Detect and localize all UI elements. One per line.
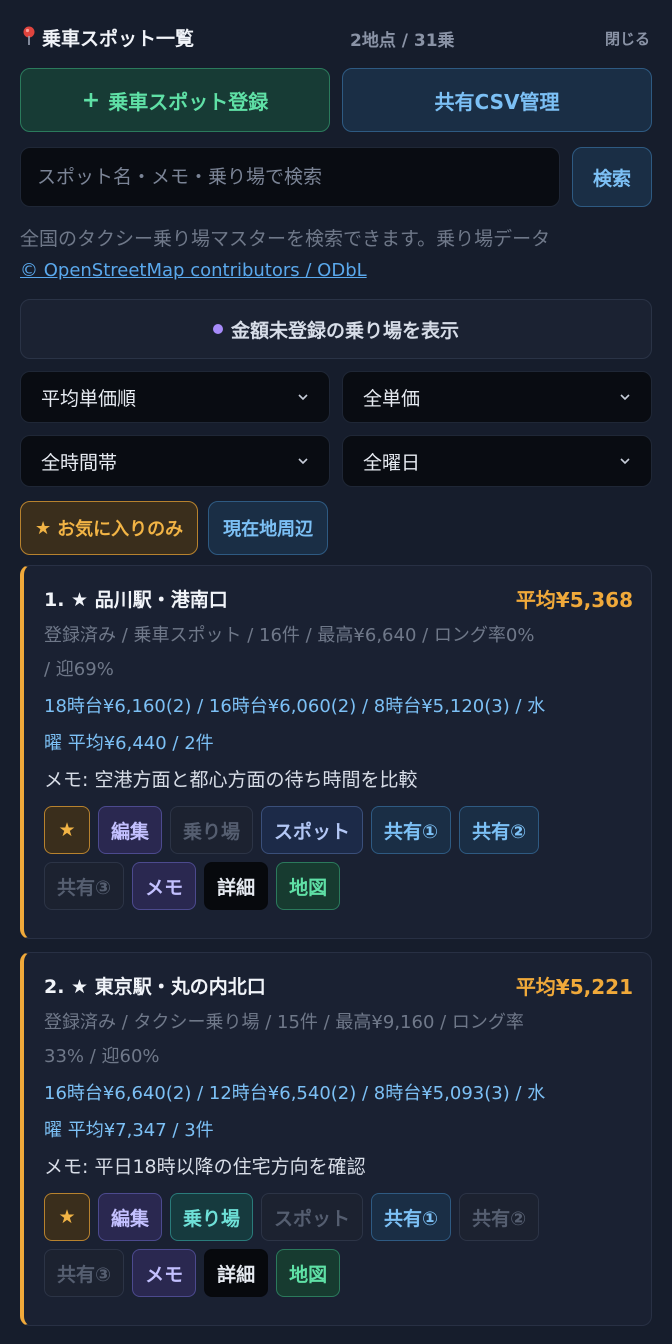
spot-meta: 登録済み / 乗車スポット / 16件 / 最高¥6,640 / ロング率0% … — [44, 616, 633, 688]
sort-select[interactable]: 平均単価順 — [20, 371, 330, 423]
favorite-toggle-button[interactable]: ★ — [44, 806, 90, 854]
memo-button[interactable]: メモ — [132, 862, 197, 910]
register-spot-button[interactable]: + 乗車スポット登録 — [20, 68, 330, 132]
weekday-select-value: 全曜日 — [363, 451, 421, 474]
panel-header: 乗車スポット一覧 2地点 / 31乗 閉じる — [20, 20, 652, 60]
spot-count: 2地点 / 31乗 — [350, 31, 455, 51]
info-text: 全国のタクシー乗り場マスターを検索できます。乗り場データ — [20, 228, 551, 250]
page-title: 乗車スポット一覧 — [42, 28, 195, 50]
price-select[interactable]: 全単価 — [342, 371, 652, 423]
spot-card: 2. ★ 東京駅・丸の内北口 平均¥5,221 登録済み / タクシー乗り場 /… — [20, 952, 652, 1326]
close-button[interactable]: 閉じる — [605, 28, 650, 49]
osm-attribution-link[interactable]: © OpenStreetMap contributors / ODbL — [20, 257, 367, 285]
stand-tag-button[interactable]: 乗り場 — [170, 1193, 254, 1241]
spot-average: 平均¥5,368 — [515, 587, 633, 612]
memo-button[interactable]: メモ — [132, 1249, 197, 1297]
spot-average: 平均¥5,221 — [515, 974, 633, 999]
search-input[interactable] — [20, 147, 560, 207]
card-header: 2. ★ 東京駅・丸の内北口 平均¥5,221 — [44, 969, 633, 1001]
spot-tag-button[interactable]: スポット — [261, 1193, 364, 1241]
search-row: 検索 — [20, 147, 652, 207]
chevron-down-icon — [620, 394, 630, 401]
nearby-button[interactable]: 現在地周辺 — [208, 501, 329, 555]
share-3-button[interactable]: 共有③ — [44, 862, 125, 910]
time-select[interactable]: 全時間帯 — [20, 435, 330, 487]
spot-time-stats: 18時台¥6,160(2) / 16時台¥6,060(2) / 8時台¥5,12… — [44, 688, 633, 762]
stand-tag-button[interactable]: 乗り場 — [170, 806, 254, 854]
chevron-down-icon — [620, 458, 630, 465]
spot-time-line: 曜 平均¥6,440 / 2件 — [44, 733, 214, 754]
map-pin-icon — [23, 26, 35, 45]
favorites-only-button[interactable]: ★ お気に入りのみ — [20, 501, 199, 555]
spot-actions: ★ 編集 乗り場 スポット 共有① 共有② 共有③ メモ 詳細 地図 — [44, 806, 604, 910]
weekday-select[interactable]: 全曜日 — [342, 435, 652, 487]
spot-meta-line: 33% / 迎60% — [44, 1046, 160, 1067]
share-3-button[interactable]: 共有③ — [44, 1249, 125, 1297]
chevron-down-icon — [298, 394, 308, 401]
favorite-toggle-button[interactable]: ★ — [44, 1193, 90, 1241]
map-button[interactable]: 地図 — [276, 1249, 341, 1297]
edit-button[interactable]: 編集 — [98, 806, 163, 854]
share-2-button[interactable]: 共有② — [459, 806, 540, 854]
price-select-value: 全単価 — [363, 387, 421, 410]
spot-card: 1. ★ 品川駅・港南口 平均¥5,368 登録済み / 乗車スポット / 16… — [20, 565, 652, 939]
spot-meta-line: 登録済み / 乗車スポット / 16件 / 最高¥6,640 / ロング率0% — [44, 625, 535, 646]
spot-tag-button[interactable]: スポット — [261, 806, 364, 854]
spot-time-line: 18時台¥6,160(2) / 16時台¥6,060(2) / 8時台¥5,12… — [44, 696, 546, 717]
edit-button[interactable]: 編集 — [98, 1193, 163, 1241]
register-spot-label: 乗車スポット登録 — [108, 89, 269, 114]
spot-title[interactable]: 2. ★ 東京駅・丸の内北口 — [44, 972, 266, 999]
sort-select-value: 平均単価順 — [41, 387, 137, 410]
spot-meta: 登録済み / タクシー乗り場 / 15件 / 最高¥9,160 / ロング率 3… — [44, 1003, 633, 1075]
show-unregistered-button[interactable]: 金額未登録の乗り場を表示 — [20, 299, 652, 359]
time-select-value: 全時間帯 — [41, 451, 118, 474]
map-button[interactable]: 地図 — [276, 862, 341, 910]
spot-memo: メモ: 平日18時以降の住宅方向を確認 — [44, 1156, 366, 1178]
share-1-button[interactable]: 共有① — [371, 1193, 452, 1241]
shared-csv-button[interactable]: 共有CSV管理 — [342, 68, 652, 132]
spot-meta-line: / 迎69% — [44, 659, 114, 680]
spot-actions: ★ 編集 乗り場 スポット 共有① 共有② 共有③ メモ 詳細 地図 — [44, 1193, 604, 1297]
chevron-down-icon — [298, 458, 308, 465]
spot-time-line: 16時台¥6,640(2) / 12時台¥6,540(2) / 8時台¥5,09… — [44, 1083, 546, 1104]
spot-memo: メモ: 空港方面と都心方面の待ち時間を比較 — [44, 769, 418, 791]
dot-icon — [212, 324, 223, 334]
plus-icon: + — [81, 87, 101, 113]
favorites-only-label: お気に入りのみ — [57, 519, 184, 540]
card-header: 1. ★ 品川駅・港南口 平均¥5,368 — [44, 582, 633, 614]
detail-button[interactable]: 詳細 — [204, 862, 269, 910]
action-row: + 乗車スポット登録 共有CSV管理 — [20, 68, 652, 132]
spot-time-line: 曜 平均¥7,347 / 3件 — [44, 1120, 214, 1141]
detail-button[interactable]: 詳細 — [204, 1249, 269, 1297]
select-row-2: 全時間帯 全曜日 — [20, 435, 652, 487]
search-button[interactable]: 検索 — [572, 147, 652, 207]
spot-time-stats: 16時台¥6,640(2) / 12時台¥6,540(2) / 8時台¥5,09… — [44, 1075, 633, 1149]
spot-meta-line: 登録済み / タクシー乗り場 / 15件 / 最高¥9,160 / ロング率 — [44, 1012, 524, 1033]
share-2-button[interactable]: 共有② — [459, 1193, 540, 1241]
show-unregistered-label: 金額未登録の乗り場を表示 — [230, 319, 459, 342]
filter-row: ★ お気に入りのみ 現在地周辺 — [20, 501, 652, 555]
spot-title[interactable]: 1. ★ 品川駅・港南口 — [44, 585, 228, 612]
select-row-1: 平均単価順 全単価 — [20, 371, 652, 423]
star-icon: ★ — [35, 517, 52, 539]
share-1-button[interactable]: 共有① — [371, 806, 452, 854]
